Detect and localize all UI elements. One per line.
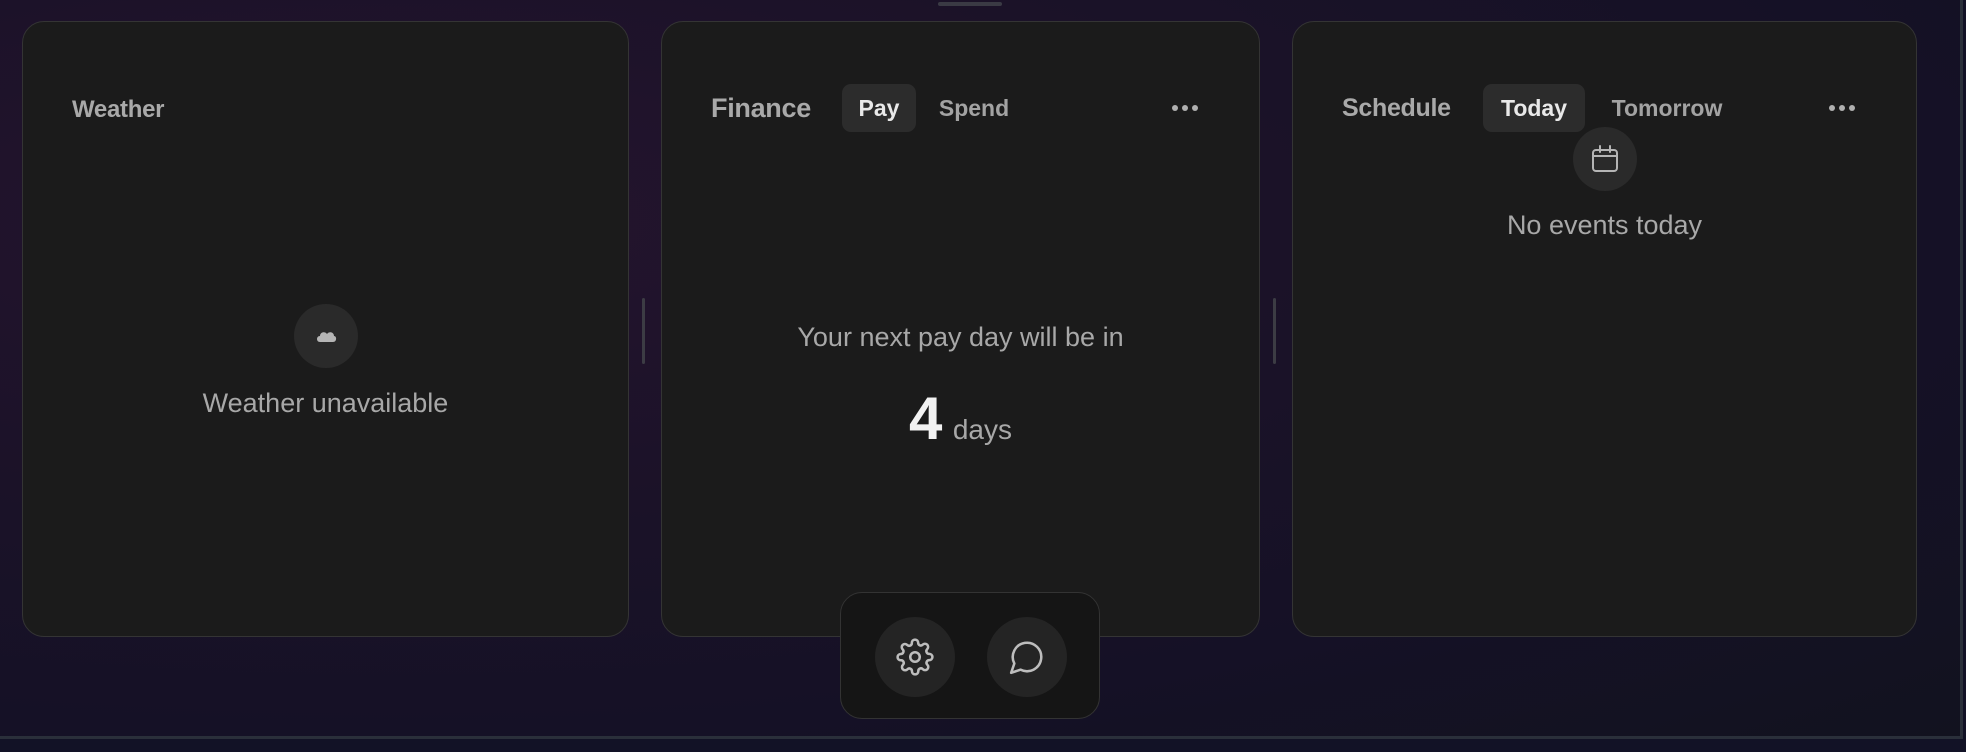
schedule-status: No events today xyxy=(1506,210,1703,240)
settings-button[interactable] xyxy=(875,617,955,697)
chat-bubble-icon xyxy=(1009,641,1043,675)
window-drag-handle[interactable] xyxy=(938,2,1002,6)
finance-widget: Finance Pay Spend Your next pay day will… xyxy=(661,21,1260,637)
weather-status: Weather unavailable xyxy=(202,388,449,418)
app-window: Weather Weather unavailable Finance Pay … xyxy=(0,0,1963,739)
tab-today[interactable]: Today xyxy=(1483,84,1585,132)
weather-widget: Weather Weather unavailable xyxy=(22,21,629,637)
finance-more-button[interactable] xyxy=(1167,92,1203,124)
gear-icon xyxy=(896,638,934,676)
calendar-icon xyxy=(1573,127,1637,191)
pay-day-number: 4 xyxy=(909,385,943,452)
schedule-more-button[interactable] xyxy=(1824,92,1860,124)
weather-title: Weather xyxy=(72,96,165,123)
more-horizontal-icon xyxy=(1829,105,1855,111)
cloud-icon xyxy=(294,304,358,368)
schedule-widget: Schedule Today Tomorrow No events today xyxy=(1292,21,1917,637)
resize-handle-left[interactable] xyxy=(642,298,645,364)
tab-pay[interactable]: Pay xyxy=(842,84,916,132)
bottom-dock xyxy=(840,592,1100,719)
more-horizontal-icon xyxy=(1172,105,1198,111)
pay-day-countdown: 4 days xyxy=(662,384,1259,453)
tab-spend[interactable]: Spend xyxy=(928,84,1020,132)
chat-button[interactable] xyxy=(987,617,1067,697)
schedule-title: Schedule xyxy=(1342,94,1451,122)
tab-tomorrow[interactable]: Tomorrow xyxy=(1595,84,1739,132)
resize-handle-right[interactable] xyxy=(1273,298,1276,364)
pay-day-message: Your next pay day will be in xyxy=(797,322,1124,352)
finance-title: Finance xyxy=(711,93,811,123)
pay-day-unit: days xyxy=(952,414,1012,445)
